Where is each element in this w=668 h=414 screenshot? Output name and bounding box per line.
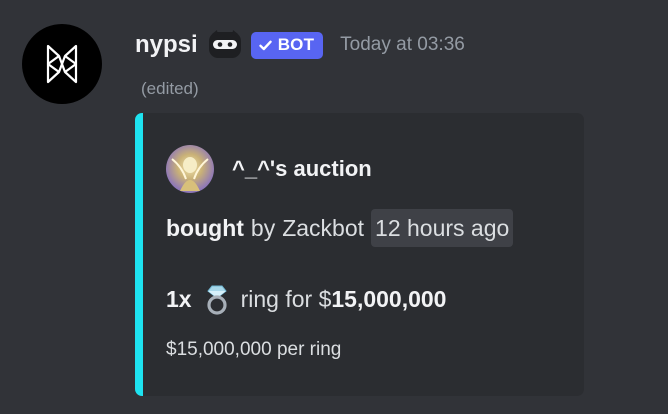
by-text: by [250, 214, 276, 241]
embed-author: ^_^'s auction [166, 145, 372, 193]
verified-check-icon [258, 40, 272, 51]
bot-tag-label: BOT [277, 35, 315, 54]
embed-accent-bar [135, 113, 143, 396]
timestamp[interactable]: Today at 03:36 [340, 34, 465, 56]
author-avatar [166, 145, 214, 193]
embed-author-name: ^_^'s auction [232, 156, 372, 181]
username[interactable]: nypsi [135, 31, 198, 59]
ring-icon [206, 285, 227, 315]
bot-tag: BOT [250, 31, 324, 59]
purchase-line: bought by Zackbot 12 hours ago [166, 208, 514, 248]
message-header: nypsi BOT Today at 03:36 [135, 28, 465, 62]
action-text: bought [166, 214, 244, 241]
auction-embed: ^_^'s auction bought by Zackbot 12 hours… [135, 113, 584, 396]
item-line: 1x ring for $ 15,000,000 [166, 281, 446, 317]
item-for-text: ring for $ [240, 285, 332, 312]
nypsi-logo-icon [46, 44, 78, 84]
item-quantity: 1x [166, 285, 192, 312]
avatar[interactable] [22, 24, 102, 104]
ninja-role-icon [208, 29, 242, 61]
edited-label[interactable]: (edited) [141, 79, 199, 99]
per-item-price: $15,000,000 per ring [166, 339, 342, 360]
relative-time[interactable]: 12 hours ago [371, 209, 514, 247]
buyer-name: Zackbot [282, 214, 365, 241]
item-price: 15,000,000 [331, 285, 447, 312]
chat-message: nypsi BOT Today at 03:36 (edited) ^_^'s … [0, 0, 668, 414]
